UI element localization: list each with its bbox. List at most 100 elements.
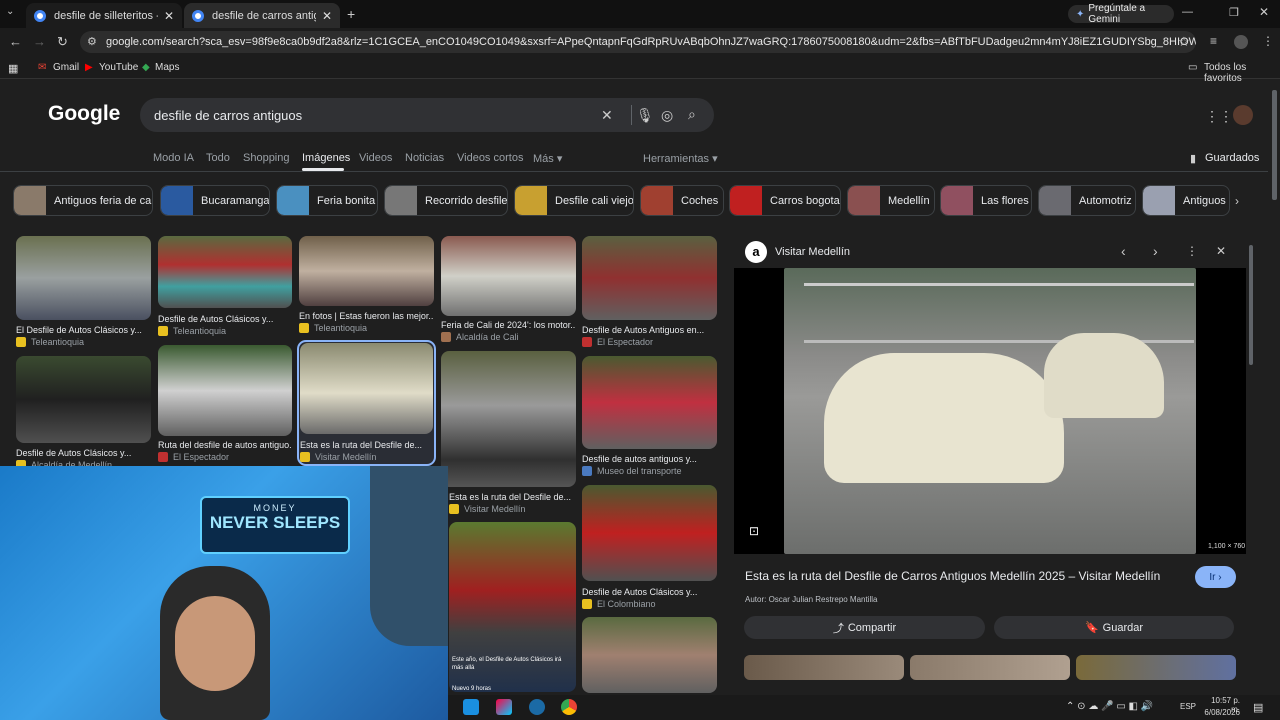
chrome-icon[interactable]: [561, 699, 577, 715]
result-source[interactable]: Alcaldía de Cali: [441, 332, 519, 342]
chip-10[interactable]: Antiguos: [1142, 185, 1230, 216]
gemini-button[interactable]: ✦ Pregúntale a Gemini: [1068, 3, 1174, 25]
notifications-icon[interactable]: ▤: [1253, 701, 1263, 714]
result-image-5[interactable]: [16, 356, 151, 443]
forward-icon[interactable]: →: [33, 34, 46, 49]
result-caption[interactable]: Desfile de Autos Clásicos y...: [16, 448, 151, 458]
chip-7[interactable]: Medellín: [847, 185, 935, 216]
result-image-8[interactable]: [441, 351, 576, 487]
profile-avatar[interactable]: [1234, 35, 1248, 49]
close-window-button[interactable]: ✕: [1259, 5, 1269, 19]
result-image-6[interactable]: [158, 345, 292, 436]
language-indicator[interactable]: ESP: [1180, 702, 1196, 711]
new-tab-button[interactable]: +: [347, 6, 355, 22]
result-source[interactable]: Teleantioquia: [158, 326, 226, 336]
apps-icon[interactable]: ⋮⋮: [1205, 108, 1233, 125]
store-app-icon[interactable]: [496, 699, 512, 715]
result-source[interactable]: El Espectador: [582, 337, 653, 347]
clock-date[interactable]: 6/08/2026: [1202, 708, 1240, 717]
more-options-icon[interactable]: ⋮: [1186, 244, 1198, 258]
chip-1[interactable]: Bucaramanga: [160, 185, 270, 216]
related-image-3[interactable]: [1076, 655, 1236, 680]
close-tab-icon[interactable]: ✕: [164, 9, 174, 23]
maximize-button[interactable]: ❐: [1229, 6, 1239, 19]
chip-9[interactable]: Automotriz: [1038, 185, 1136, 216]
result-caption[interactable]: El Desfile de Autos Clásicos y...: [16, 325, 151, 335]
tray-icons[interactable]: ⌃ ⊙ ☁ 🎤 ▭ ◧ 🔊: [1066, 701, 1153, 712]
result-source[interactable]: El Colombiano: [582, 599, 656, 609]
lens-search-icon[interactable]: ⊡: [749, 524, 759, 538]
back-icon[interactable]: ←: [9, 34, 22, 49]
preview-site-name[interactable]: Visitar Medellín: [775, 246, 850, 258]
menu-icon[interactable]: ⋮: [1262, 34, 1274, 48]
result-source[interactable]: Museo del transporte: [582, 466, 682, 476]
result-caption[interactable]: Esta es la ruta del Desfile de...: [300, 440, 433, 450]
mic-icon[interactable]: 🎙: [636, 107, 654, 124]
result-caption[interactable]: Desfile de autos antiguos y...: [582, 454, 717, 464]
chip-0[interactable]: Antiguos feria de cali: [13, 185, 153, 216]
result-caption[interactable]: Ruta del desfile de autos antiguo...: [158, 440, 292, 450]
visit-button[interactable]: Ir ›: [1195, 566, 1236, 588]
tab-shopping[interactable]: Shopping: [243, 152, 290, 164]
result-caption[interactable]: Desfile de Autos Antiguos en...: [582, 325, 717, 335]
result-image-12[interactable]: [582, 617, 717, 693]
chip-3[interactable]: Recorrido desfile: [384, 185, 508, 216]
result-image-10[interactable]: [582, 485, 717, 581]
minimize-button[interactable]: —: [1182, 6, 1193, 18]
tab-mas[interactable]: Más ▾: [533, 152, 562, 165]
previous-icon[interactable]: ‹: [1121, 243, 1126, 259]
tab-videos-cortos[interactable]: Videos cortos: [457, 152, 523, 164]
tab-modo-ia[interactable]: Modo IA: [153, 152, 194, 164]
result-image-0[interactable]: [16, 236, 151, 320]
result-source[interactable]: Visitar Medellín: [449, 504, 525, 514]
apps-grid-icon[interactable]: ▦: [8, 62, 18, 75]
bookmark-youtube[interactable]: YouTube: [99, 62, 138, 73]
bookmark-star-icon[interactable]: ☆: [1178, 34, 1190, 50]
search-input[interactable]: desfile de carros antiguos: [154, 108, 302, 123]
tab-list-button[interactable]: ⌄: [6, 6, 14, 17]
chip-5[interactable]: Coches: [640, 185, 724, 216]
result-source[interactable]: Visitar Medellín: [300, 452, 376, 462]
result-image-9[interactable]: [582, 356, 717, 449]
chip-4[interactable]: Desfile cali viejo: [514, 185, 634, 216]
chips-next-icon[interactable]: ›: [1235, 194, 1239, 208]
preview-title[interactable]: Esta es la ruta del Desfile de Carros An…: [745, 569, 1185, 583]
tab-noticias[interactable]: Noticias: [405, 152, 444, 164]
chip-2[interactable]: Feria bonita: [276, 185, 378, 216]
search-icon[interactable]: ⌕: [688, 106, 696, 123]
result-source[interactable]: Teleantioquia: [16, 337, 84, 347]
saved-button[interactable]: Guardados: [1205, 152, 1259, 164]
address-bar[interactable]: google.com/search?sca_esv=98f9e8ca0b9df2…: [80, 31, 1196, 53]
result-caption[interactable]: Esta es la ruta del Desfile de...: [449, 492, 576, 502]
chip-8[interactable]: Las flores: [940, 185, 1032, 216]
result-source[interactable]: Teleantioquia: [299, 323, 367, 333]
result-image-1[interactable]: [158, 236, 292, 308]
lens-icon[interactable]: ◎: [661, 107, 673, 124]
reload-icon[interactable]: ↻: [57, 34, 68, 50]
close-tab-icon[interactable]: ✕: [322, 9, 332, 23]
tools-button[interactable]: Herramientas ▾: [643, 152, 718, 165]
result-image-2[interactable]: [299, 236, 434, 306]
result-source[interactable]: El Espectador: [158, 452, 229, 462]
search-box[interactable]: desfile de carros antiguos: [140, 98, 714, 132]
result-image-4[interactable]: [582, 236, 717, 320]
tab-imagenes[interactable]: Imágenes: [302, 152, 350, 164]
steam-icon[interactable]: [529, 699, 545, 715]
result-image-7[interactable]: [300, 343, 433, 434]
tab-videos[interactable]: Videos: [359, 152, 392, 164]
share-button[interactable]: ⤴ Compartir: [744, 616, 985, 639]
chip-6[interactable]: Carros bogota: [729, 185, 841, 216]
panel-scrollbar[interactable]: [1249, 245, 1253, 365]
result-caption[interactable]: Feria de Cali de 2024': los motor...: [441, 320, 576, 330]
result-caption[interactable]: En fotos | Estas fueron las mejor...: [299, 311, 434, 321]
account-avatar[interactable]: [1233, 105, 1253, 125]
bookmark-maps[interactable]: Maps: [155, 62, 179, 73]
reading-list-icon[interactable]: ≡: [1210, 34, 1217, 48]
save-button[interactable]: 🔖 Guardar: [994, 616, 1234, 639]
bookmark-gmail[interactable]: Gmail: [53, 62, 79, 73]
result-caption[interactable]: Desfile de Autos Clásicos y...: [582, 587, 717, 597]
preview-image[interactable]: [784, 268, 1196, 554]
next-icon[interactable]: ›: [1153, 243, 1158, 259]
related-image-2[interactable]: [910, 655, 1070, 680]
related-image-1[interactable]: [744, 655, 904, 680]
